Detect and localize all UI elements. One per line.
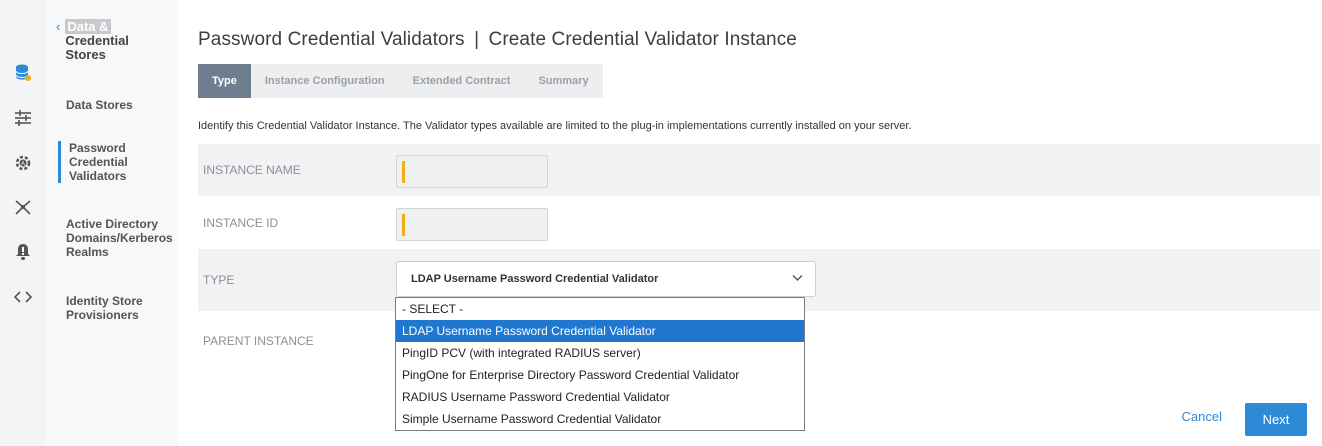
dropdown-option-selected[interactable]: LDAP Username Password Credential Valida… (396, 320, 804, 342)
section-title-highlight: Data & (65, 19, 111, 34)
dropdown-option[interactable]: - SELECT - (396, 298, 804, 320)
bell-icon[interactable] (11, 240, 35, 264)
instance-id-row: INSTANCE ID (198, 197, 1320, 249)
page-title-section: Password Credential Validators (198, 29, 465, 50)
type-select-value: LDAP Username Password Credential Valida… (411, 273, 659, 285)
code-icon[interactable] (11, 285, 35, 309)
chevron-down-icon (792, 273, 803, 285)
tab-instance-configuration[interactable]: Instance Configuration (250, 64, 399, 98)
section-title: Data & Credential Stores (65, 19, 155, 62)
instance-name-input[interactable] (396, 155, 548, 188)
sliders-icon[interactable] (11, 106, 35, 130)
nav-item-data-stores[interactable]: Data Stores (66, 98, 176, 112)
instance-id-label: INSTANCE ID (203, 216, 279, 230)
nav-item-password-credential-validators[interactable]: Password Credential Validators (58, 141, 179, 183)
dropdown-option[interactable]: PingOne for Enterprise Directory Passwor… (396, 364, 804, 386)
database-icon[interactable] (11, 61, 35, 85)
parent-instance-label: PARENT INSTANCE (203, 334, 314, 348)
required-indicator (402, 214, 405, 236)
dropdown-option[interactable]: RADIUS Username Password Credential Vali… (396, 386, 804, 408)
type-dropdown-list: - SELECT - LDAP Username Password Creden… (395, 297, 805, 431)
chevron-left-icon: ‹ (56, 19, 61, 34)
instance-name-label: INSTANCE NAME (203, 163, 301, 177)
secondary-nav: ‹ Data & Credential Stores Data Stores P… (46, 0, 178, 446)
page-description: Identify this Credential Validator Insta… (198, 120, 912, 132)
back-link[interactable]: ‹ Data & Credential Stores (56, 19, 155, 62)
instance-id-input[interactable] (396, 208, 548, 241)
section-title-rest: Credential Stores (65, 33, 129, 62)
wizard-tabs: Type Instance Configuration Extended Con… (198, 64, 603, 98)
tab-type[interactable]: Type (198, 64, 251, 98)
svg-text:A: A (21, 162, 25, 168)
gear-shield-icon[interactable]: A (11, 151, 35, 175)
dropdown-option[interactable]: PingID PCV (with integrated RADIUS serve… (396, 342, 804, 364)
type-label: TYPE (203, 273, 235, 287)
network-icon[interactable] (11, 195, 35, 219)
type-select[interactable]: LDAP Username Password Credential Valida… (396, 261, 816, 297)
nav-item-identity-store-provisioners[interactable]: Identity Store Provisioners (66, 294, 176, 322)
next-button[interactable]: Next (1245, 403, 1307, 436)
cancel-button[interactable]: Cancel (1182, 409, 1222, 424)
page-title: Password Credential Validators | Create … (198, 29, 797, 51)
tab-extended-contract[interactable]: Extended Contract (398, 64, 525, 98)
icon-rail: A (0, 0, 46, 446)
required-indicator (402, 161, 405, 183)
instance-name-row: INSTANCE NAME (198, 144, 1320, 196)
page-title-step: Create Credential Validator Instance (488, 29, 797, 50)
dropdown-option[interactable]: Simple Username Password Credential Vali… (396, 408, 804, 430)
nav-item-active-directory[interactable]: Active Directory Domains/Kerberos Realms (66, 217, 176, 259)
tab-summary[interactable]: Summary (524, 64, 603, 98)
page-title-separator: | (474, 29, 480, 50)
